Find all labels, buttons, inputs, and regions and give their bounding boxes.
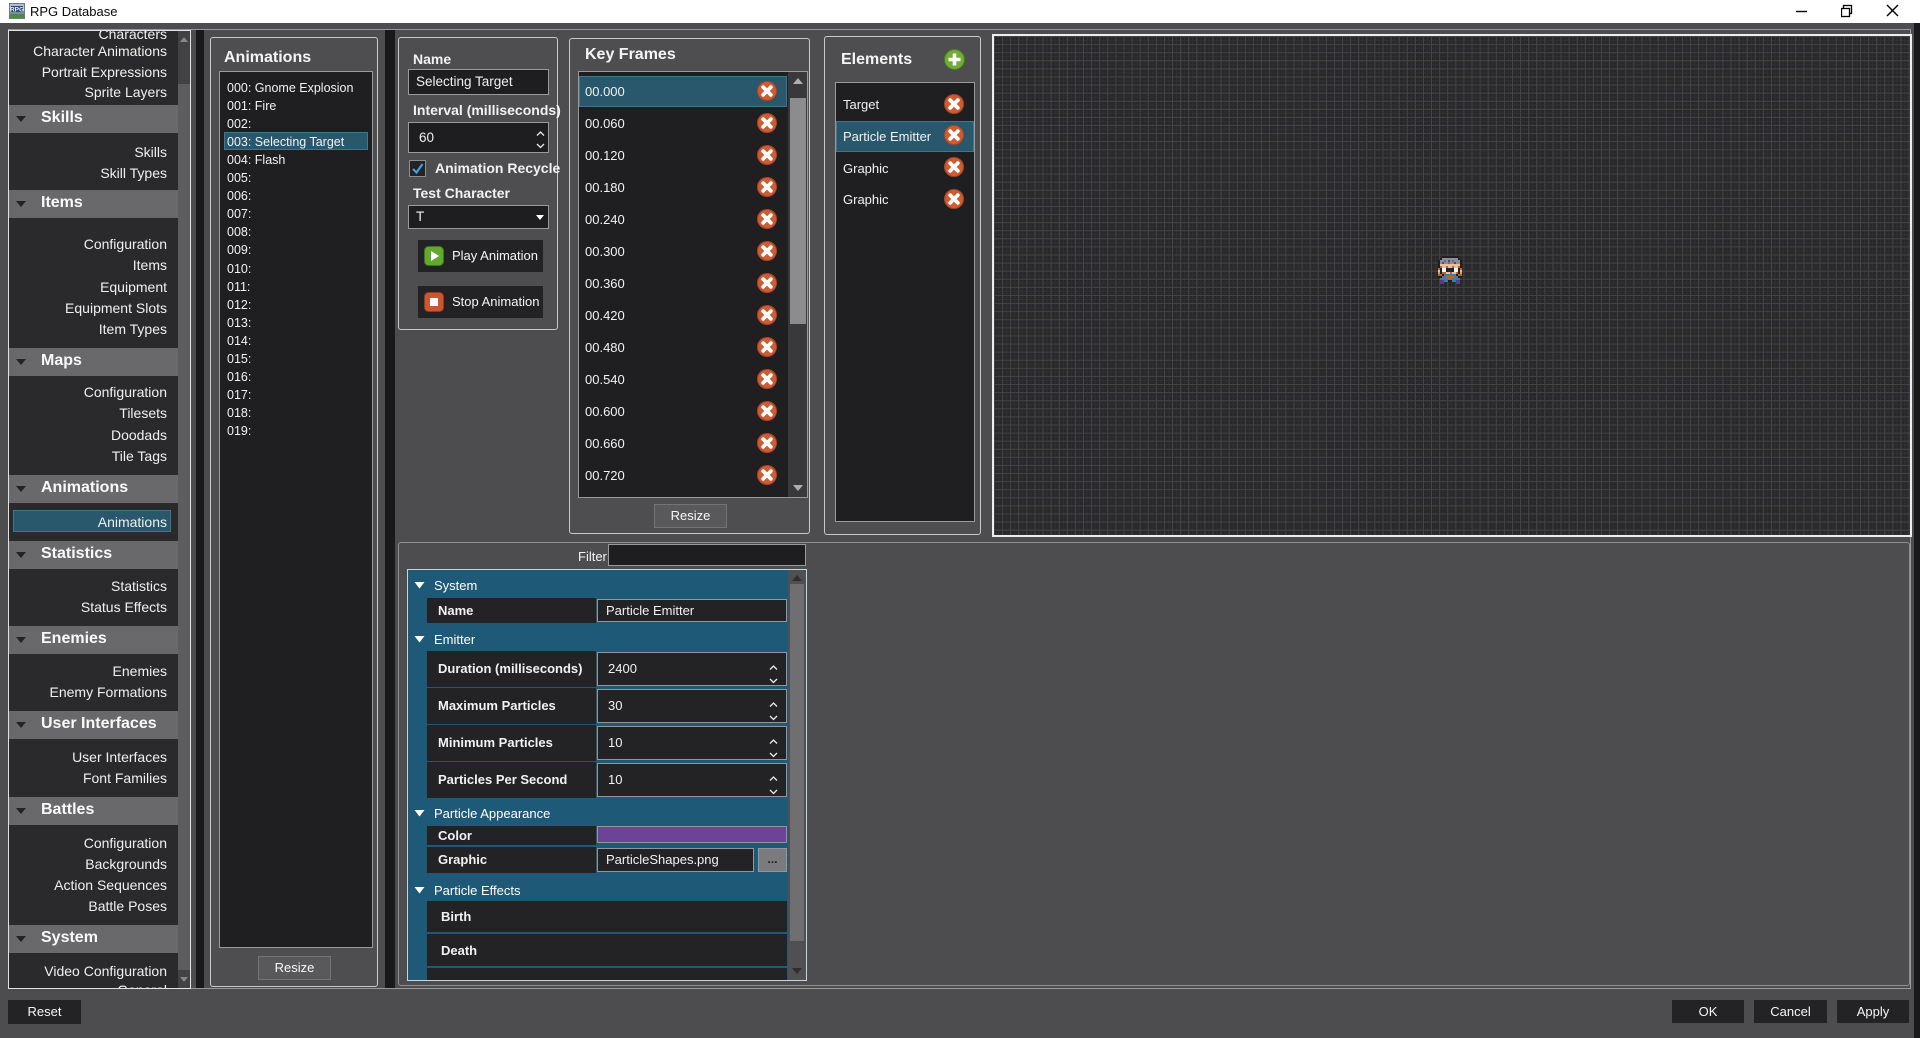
svg-text:RPG: RPG <box>10 7 24 14</box>
